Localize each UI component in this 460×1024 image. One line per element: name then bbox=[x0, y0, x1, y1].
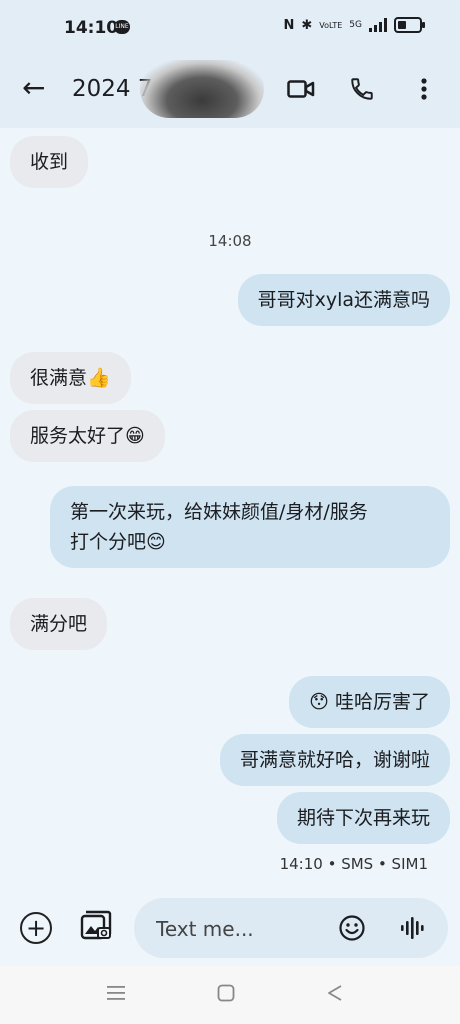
back-triangle-icon[interactable] bbox=[326, 984, 344, 1007]
message-outgoing[interactable]: 期待下次再来玩 bbox=[276, 792, 450, 844]
voice-icon[interactable] bbox=[400, 916, 426, 944]
composer-bar: + bbox=[0, 890, 460, 966]
message-outgoing[interactable]: 😯 哇哈厉害了 bbox=[289, 676, 450, 728]
nfc-icon: N bbox=[283, 17, 295, 33]
battery-icon bbox=[394, 17, 425, 33]
more-vert-icon[interactable] bbox=[409, 74, 439, 104]
message-incoming[interactable]: 收到 bbox=[10, 136, 89, 188]
message-input-container[interactable] bbox=[134, 898, 448, 958]
status-indicators: N ✱ VoLTE 5G bbox=[283, 17, 425, 33]
volte-icon: VoLTE bbox=[319, 20, 343, 30]
gallery-icon[interactable] bbox=[80, 910, 112, 946]
system-nav-bar bbox=[0, 966, 460, 1024]
message-outgoing[interactable]: 哥哥对xyla还满意吗 bbox=[237, 274, 450, 326]
message-incoming[interactable]: 满分吧 bbox=[10, 598, 108, 650]
status-time: 14:10 bbox=[64, 18, 119, 38]
emoji-icon[interactable] bbox=[338, 914, 366, 946]
message-input[interactable] bbox=[154, 913, 318, 945]
message-outgoing[interactable]: 哥满意就好哈，谢谢啦 bbox=[219, 734, 450, 786]
network-5g-icon: 5G bbox=[349, 20, 362, 30]
bluetooth-icon: ✱ bbox=[301, 17, 313, 33]
status-bar: 14:10 LINE N ✱ VoLTE 5G bbox=[0, 0, 460, 56]
message-outgoing[interactable]: 第一次来玩，给妹妹颜值/身材/服务 打个分吧😊 bbox=[50, 486, 450, 568]
phone-icon[interactable] bbox=[347, 74, 377, 104]
message-time-divider: 14:08 bbox=[208, 232, 252, 250]
add-circle-icon[interactable]: + bbox=[20, 912, 52, 944]
battery-level bbox=[398, 21, 406, 29]
contact-avatar[interactable] bbox=[140, 60, 264, 118]
message-meta: 14:10 • SMS • SIM1 bbox=[279, 855, 428, 873]
line-app-icon: LINE bbox=[114, 20, 130, 34]
home-icon[interactable] bbox=[217, 984, 235, 1007]
back-arrow-icon[interactable]: ← bbox=[22, 74, 45, 102]
message-incoming[interactable]: 服务太好了😁 bbox=[10, 410, 165, 462]
app-bar: ← 2024 7 bbox=[0, 56, 460, 128]
signal-icon bbox=[369, 18, 387, 32]
menu-icon[interactable] bbox=[106, 984, 126, 1007]
message-incoming[interactable]: 很满意👍 bbox=[10, 352, 131, 404]
video-call-icon[interactable] bbox=[286, 74, 316, 104]
